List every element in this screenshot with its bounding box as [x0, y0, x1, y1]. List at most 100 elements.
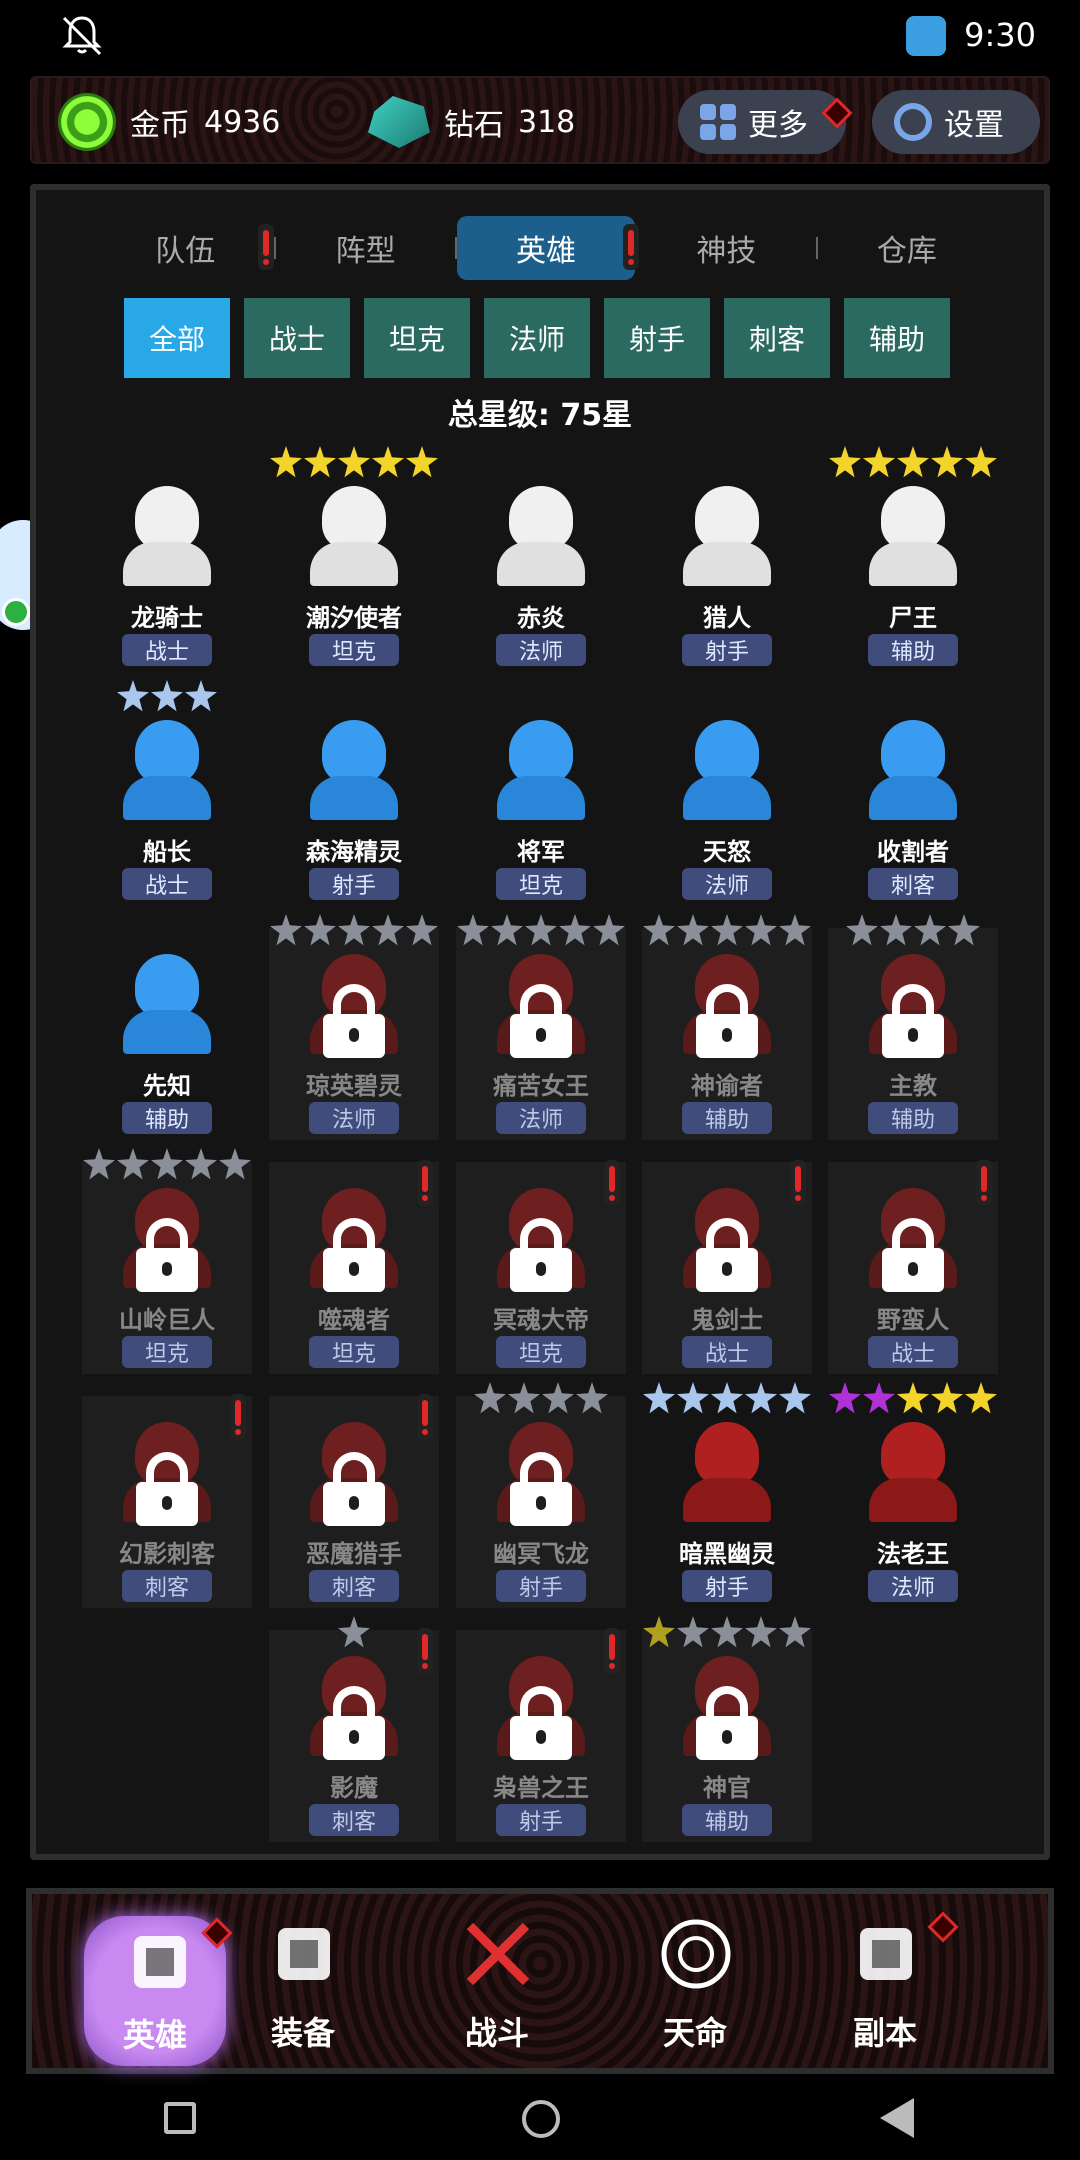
hero-role-badge: 射手: [496, 1570, 586, 1602]
hero-card[interactable]: 天怒 法师: [642, 694, 812, 906]
hero-role-badge: 刺客: [868, 868, 958, 900]
hero-card[interactable]: 山岭巨人 坦克: [82, 1148, 252, 1374]
hero-card[interactable]: 法老王 法师: [828, 1382, 998, 1608]
role-filter-bar: 全部 战士 坦克 法师 射手 刺客 辅助: [124, 298, 950, 378]
tab-1[interactable]: 阵型: [276, 216, 454, 280]
lock-icon: [323, 1218, 385, 1292]
portrait-body: [310, 542, 398, 586]
hero-name: 琼英碧灵: [306, 1072, 402, 1100]
hero-name: 森海精灵: [306, 838, 402, 866]
hero-portrait-icon: [677, 1416, 777, 1526]
star-icon: [491, 914, 523, 946]
hero-card[interactable]: 先知 辅助: [82, 928, 252, 1140]
hero-card[interactable]: 赤炎 法师: [456, 460, 626, 672]
role-filter-1[interactable]: 战士: [244, 298, 350, 378]
portrait-body: [123, 542, 211, 586]
hero-card[interactable]: 冥魂大帝 坦克: [456, 1160, 626, 1374]
hero-card[interactable]: 痛苦女王 法师: [456, 914, 626, 1140]
recent-apps-icon[interactable]: [164, 2102, 196, 2134]
tab-3[interactable]: 神技: [637, 216, 815, 280]
tab-4[interactable]: 仓库: [818, 216, 996, 280]
star-rating: [456, 914, 626, 948]
hero-card[interactable]: 噬魂者 坦克: [269, 1160, 439, 1374]
bottom-nav: 英雄 装备 战斗 天命 副本: [26, 1888, 1054, 2074]
hero-name: 冥魂大帝: [493, 1306, 589, 1334]
role-filter-4[interactable]: 射手: [604, 298, 710, 378]
role-filter-3[interactable]: 法师: [484, 298, 590, 378]
lock-icon: [323, 984, 385, 1058]
hero-card[interactable]: 森海精灵 射手: [269, 694, 439, 906]
star-icon: [745, 1382, 777, 1414]
hero-role-badge: 坦克: [496, 1336, 586, 1368]
hero-card[interactable]: 恶魔猎手 刺客: [269, 1394, 439, 1608]
star-icon: [304, 446, 336, 478]
tab-0[interactable]: 队伍: [96, 216, 275, 280]
portrait-head: [881, 1422, 945, 1486]
status-bar: 9:30: [0, 0, 1080, 72]
portrait-body: [683, 542, 771, 586]
hero-card[interactable]: 神官 辅助: [642, 1616, 812, 1842]
hero-panel: 队伍 阵型 英雄 神技 仓库 全部 战士 坦克 法师 射手 刺客 辅助 总星级: 75星 龙骑士 战士…: [30, 184, 1050, 1860]
dungeon-castle-icon: [850, 1918, 922, 1990]
hero-card[interactable]: 神谕者 辅助: [642, 914, 812, 1140]
hero-card[interactable]: 收割者 刺客: [828, 694, 998, 906]
star-icon: [643, 1382, 675, 1414]
star-icon: [677, 1382, 709, 1414]
role-filter-2[interactable]: 坦克: [364, 298, 470, 378]
star-icon: [643, 914, 675, 946]
nav-item-3[interactable]: 天命: [620, 1894, 770, 2068]
hero-name: 影魔: [330, 1774, 378, 1802]
more-button[interactable]: 更多: [678, 90, 853, 154]
lock-icon: [510, 984, 572, 1058]
role-filter-6[interactable]: 辅助: [844, 298, 950, 378]
hero-card[interactable]: 影魔 刺客: [269, 1616, 439, 1842]
hero-card[interactable]: 龙骑士 战士: [82, 460, 252, 672]
lock-body: [510, 1014, 572, 1058]
star-icon: [745, 1616, 777, 1648]
hero-card[interactable]: 鬼剑士 战士: [642, 1160, 812, 1374]
hero-card[interactable]: 枭兽之王 射手: [456, 1628, 626, 1842]
hero-name: 天怒: [703, 838, 751, 866]
role-filter-0[interactable]: 全部: [124, 298, 230, 378]
star-icon: [151, 680, 183, 712]
hero-card[interactable]: 野蛮人 战士: [828, 1160, 998, 1374]
hero-card[interactable]: 主教 辅助: [828, 914, 998, 1140]
home-icon[interactable]: [522, 2100, 560, 2138]
hero-card[interactable]: 尸王 辅助: [828, 446, 998, 672]
tab-label: 仓库: [876, 234, 937, 269]
star-icon: [863, 446, 895, 478]
nav-item-0[interactable]: 英雄: [84, 1916, 233, 2066]
settings-button[interactable]: 设置: [872, 90, 1040, 154]
settings-label: 设置: [944, 108, 1004, 143]
lock-body: [136, 1482, 198, 1526]
tab-2[interactable]: 英雄: [456, 216, 640, 280]
hero-portrait-icon: [117, 480, 217, 590]
star-icon: [270, 914, 302, 946]
hero-card[interactable]: 潮汐使者 坦克: [269, 446, 439, 672]
hero-role-badge: 坦克: [309, 634, 399, 666]
portrait-body: [869, 542, 957, 586]
star-rating: [269, 446, 439, 480]
alert-icon: [258, 224, 275, 270]
alert-icon: [790, 1160, 806, 1206]
hero-card[interactable]: 幽冥飞龙 射手: [456, 1382, 626, 1608]
hero-card[interactable]: 琼英碧灵 法师: [269, 914, 439, 1140]
star-rating: [642, 914, 812, 948]
hero-card[interactable]: 将军 坦克: [456, 694, 626, 906]
hero-role-badge: 射手: [496, 1804, 586, 1836]
star-rating: [269, 1616, 439, 1650]
star-icon: [185, 680, 217, 712]
nav-item-1[interactable]: 装备: [228, 1894, 378, 2068]
nav-item-4[interactable]: 副本: [810, 1894, 960, 2068]
nav-item-2[interactable]: 战斗: [422, 1894, 572, 2068]
role-filter-5[interactable]: 刺客: [724, 298, 830, 378]
hero-card[interactable]: 幻影刺客 刺客: [82, 1394, 252, 1608]
hero-card[interactable]: 暗黑幽灵 射手: [642, 1382, 812, 1608]
alert-icon: [417, 1628, 433, 1674]
hero-role-badge: 战士: [682, 1336, 772, 1368]
hero-card[interactable]: 船长 战士: [82, 680, 252, 906]
hero-card[interactable]: 猎人 射手: [642, 460, 812, 672]
back-icon[interactable]: [880, 2098, 914, 2138]
lock-body: [696, 1716, 758, 1760]
tab-label: 队伍: [155, 234, 216, 269]
